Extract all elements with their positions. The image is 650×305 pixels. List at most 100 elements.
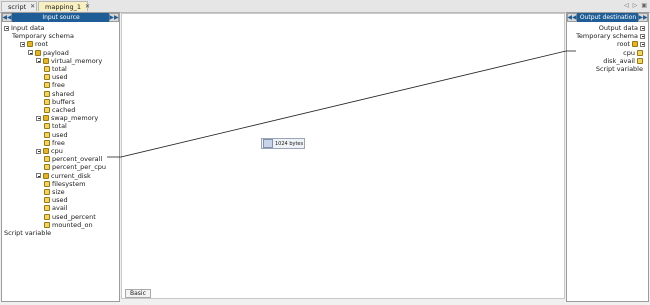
tree-item-label: filesystem: [52, 179, 86, 188]
scroll-right-icon[interactable]: ▷: [633, 2, 638, 9]
tab-label: mapping_1: [45, 2, 82, 11]
tree-item-label: cached: [52, 106, 76, 114]
collapse-toggle-icon[interactable]: [640, 25, 645, 31]
output-tree-item[interactable]: root: [617, 40, 645, 48]
tree-item-label: Temporary schema: [576, 32, 638, 41]
tree-item-label: total: [52, 65, 67, 73]
input-tree-item[interactable]: mounted_on: [44, 221, 93, 229]
input-tree-item[interactable]: percent_overall: [44, 155, 102, 163]
tree-item-label: Output data: [598, 24, 638, 32]
window-controls: ◁ ▷ ▣: [624, 2, 647, 9]
tree-item-label: free: [52, 81, 65, 90]
tree-item-label: Script variable: [595, 65, 643, 73]
tree-item-label: avail: [52, 204, 68, 213]
input-tree-item[interactable]: avail: [44, 204, 67, 212]
collapse-toggle-icon[interactable]: [20, 41, 25, 47]
input-tree-item[interactable]: cached: [44, 106, 75, 114]
leaf-node-icon: [44, 107, 50, 113]
input-tree-item[interactable]: Script variable: [4, 229, 51, 237]
tree-item-label: percent_per_cpu: [52, 163, 107, 172]
tree-item-label: cpu: [623, 48, 635, 57]
collapse-toggle-icon[interactable]: [36, 58, 41, 64]
tree-item-label: Script variable: [4, 229, 52, 237]
leaf-node-icon: [44, 131, 50, 138]
tree-item-label: disk_avail: [603, 56, 635, 65]
tree-item-label: used: [52, 73, 68, 82]
tree-item-label: shared: [52, 89, 75, 98]
close-icon[interactable]: ✕: [30, 3, 35, 10]
tree-item-label: virtual_memory: [51, 56, 103, 65]
output-tree-item[interactable]: cpu: [623, 49, 645, 57]
element-node-icon: [43, 115, 49, 122]
leaf-node-icon: [44, 180, 50, 187]
close-icon[interactable]: ✕: [85, 3, 90, 10]
input-tree-item[interactable]: used: [44, 73, 68, 81]
output-destination-panel: ◀◀ Output destination ▶▶ Output data Temp…: [566, 12, 649, 302]
output-tree-item[interactable]: Output data: [599, 24, 645, 32]
input-tree-item[interactable]: used: [44, 196, 68, 204]
input-tree-item[interactable]: Input data: [4, 24, 45, 32]
input-tree-item[interactable]: payload: [28, 49, 69, 57]
leaf-node-icon: [637, 57, 643, 64]
collapse-toggle-icon[interactable]: [640, 41, 645, 47]
tree-item-label: size: [52, 188, 65, 196]
collapse-all-button[interactable]: ◀◀: [2, 13, 12, 22]
function-node[interactable]: 1024 bytes: [261, 138, 305, 149]
collapse-toggle-icon[interactable]: [28, 50, 33, 56]
leaf-node-icon: [44, 90, 50, 97]
scroll-left-icon[interactable]: ◁: [624, 2, 629, 9]
tab-basic[interactable]: Basic: [125, 289, 151, 298]
input-tree-item[interactable]: total: [44, 65, 67, 73]
expand-all-button[interactable]: ▶▶: [638, 13, 648, 22]
input-tree-item[interactable]: shared: [44, 90, 74, 98]
collapse-toggle-icon[interactable]: [36, 173, 41, 179]
element-node-icon: [632, 41, 638, 48]
tree-item-label: used: [52, 196, 68, 205]
leaf-node-icon: [637, 49, 643, 56]
tree-item-label: root: [35, 40, 49, 49]
maximize-icon[interactable]: ▣: [641, 2, 647, 9]
input-tree-item[interactable]: total: [44, 122, 67, 130]
input-tree-item[interactable]: used: [44, 131, 68, 139]
input-tree-item[interactable]: cpu: [36, 147, 63, 155]
collapse-toggle-icon[interactable]: [640, 33, 645, 39]
leaf-node-icon: [44, 164, 50, 171]
collapse-all-button[interactable]: ◀◀: [567, 13, 577, 22]
element-node-icon: [27, 41, 33, 48]
input-tree-item[interactable]: percent_per_cpu: [44, 163, 106, 171]
input-tree-item[interactable]: used_percent: [44, 213, 96, 221]
input-tree-item[interactable]: root: [20, 40, 48, 48]
input-tree-item[interactable]: size: [44, 188, 65, 196]
leaf-node-icon: [44, 189, 50, 195]
element-node-icon: [43, 172, 49, 179]
input-tree-item[interactable]: free: [44, 139, 65, 147]
mapping-canvas[interactable]: [121, 13, 565, 299]
element-node-icon: [43, 148, 49, 154]
input-tree-item[interactable]: free: [44, 81, 65, 89]
collapse-toggle-icon[interactable]: [36, 148, 41, 154]
tree-item-label: Temporary schema: [12, 32, 74, 41]
tree-item-label: total: [52, 122, 67, 131]
output-tree-item[interactable]: disk_avail: [603, 57, 645, 65]
input-tree-item[interactable]: Temporary schema: [12, 32, 74, 40]
tree-item-label: used_percent: [52, 212, 96, 221]
tab-mapping[interactable]: mapping_1 ✕: [38, 1, 90, 11]
input-tree-item[interactable]: swap_memory: [36, 114, 98, 122]
input-tree-item[interactable]: current_disk: [36, 172, 91, 180]
leaf-node-icon: [44, 213, 50, 220]
output-tree-item[interactable]: Script variable: [596, 65, 645, 73]
collapse-toggle-icon[interactable]: [36, 115, 41, 121]
input-source-title: Input source: [12, 13, 110, 22]
collapse-toggle-icon[interactable]: [4, 25, 9, 31]
leaf-node-icon: [44, 82, 50, 89]
output-tree-item[interactable]: Temporary schema: [576, 32, 645, 40]
leaf-node-icon: [44, 205, 50, 212]
input-tree-item[interactable]: filesystem: [44, 180, 85, 188]
tab-label: script: [8, 2, 27, 11]
tree-item-label: used: [52, 130, 68, 139]
input-tree-item[interactable]: buffers: [44, 98, 75, 106]
input-tree-item[interactable]: virtual_memory: [36, 57, 102, 65]
expand-all-button[interactable]: ▶▶: [109, 13, 119, 22]
tab-script[interactable]: script ✕: [1, 1, 37, 11]
leaf-node-icon: [44, 197, 50, 204]
